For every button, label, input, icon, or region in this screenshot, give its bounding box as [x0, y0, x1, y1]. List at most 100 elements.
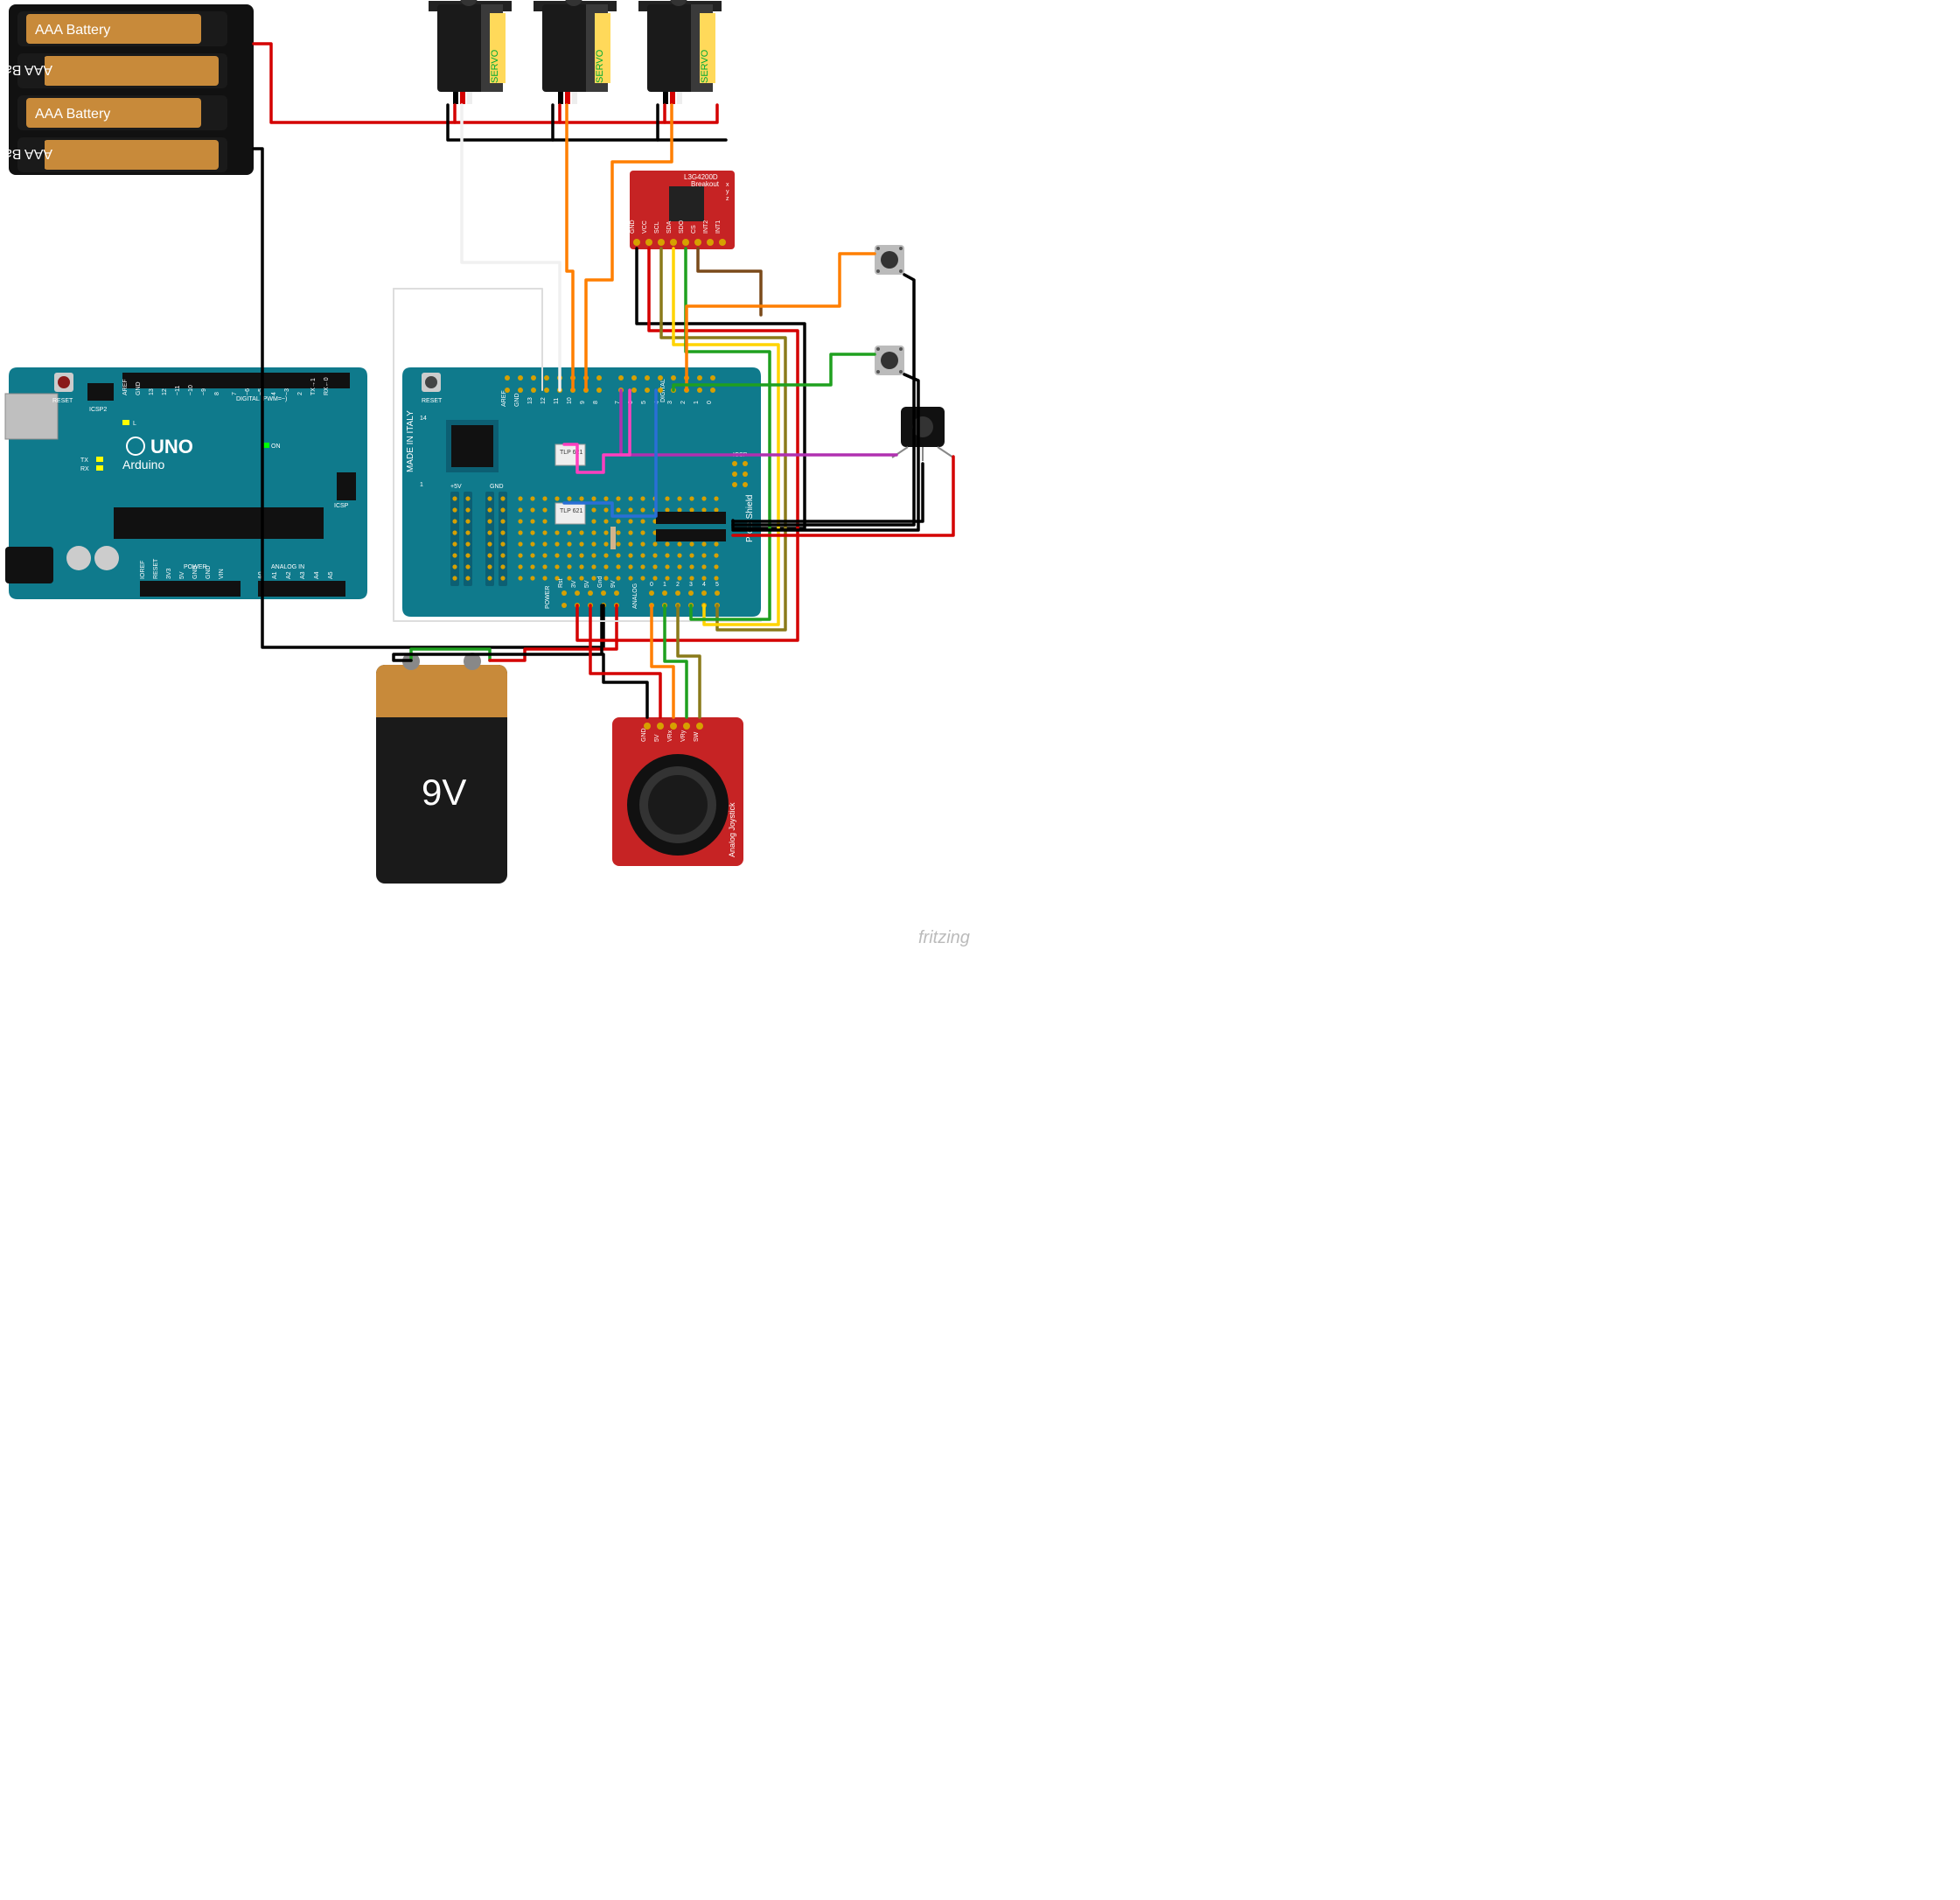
svg-text:GND: GND	[490, 484, 504, 490]
made-in-italy: MADE IN ITALY	[406, 410, 415, 472]
svg-text:GND: GND	[514, 393, 520, 407]
svg-text:4: 4	[271, 392, 277, 395]
svg-text:7: 7	[232, 392, 238, 395]
svg-text:GND: GND	[206, 565, 212, 579]
svg-text:ICSP: ICSP	[334, 503, 349, 509]
battery-cell-label: AAA Battery	[35, 107, 110, 122]
svg-text:ICSP2: ICSP2	[89, 407, 107, 413]
servo-label: SERVO	[700, 49, 710, 83]
optocoupler-1: TLP 621	[555, 444, 585, 465]
servo-1: SERVO	[429, 0, 512, 104]
svg-text:POWER: POWER	[545, 586, 551, 609]
svg-text:L: L	[133, 421, 136, 427]
reset-button[interactable]	[54, 373, 73, 392]
svg-text:5V: 5V	[654, 734, 660, 742]
arduino-brand: Arduino	[122, 458, 164, 472]
svg-text:12: 12	[541, 397, 547, 404]
svg-text:~3: ~3	[284, 388, 290, 395]
svg-text:8: 8	[214, 392, 220, 395]
svg-text:GND: GND	[136, 381, 142, 395]
svg-text:3V3: 3V3	[166, 568, 172, 579]
svg-text:CS: CS	[691, 225, 697, 234]
svg-text:y: y	[726, 189, 729, 195]
svg-text:VRx: VRx	[667, 730, 673, 742]
svg-text:SCL: SCL	[654, 221, 660, 234]
gyro-l3g4200d-breakout: L3G4200D Breakout x y z GND VCC SCL SDA …	[630, 171, 735, 249]
svg-text:TLP 621: TLP 621	[560, 508, 582, 514]
svg-text:x: x	[726, 182, 729, 188]
joystick-board-label: Analog Joystick	[728, 802, 736, 857]
svg-text:ANALOG IN: ANALOG IN	[271, 564, 304, 570]
svg-text:VIN: VIN	[219, 569, 225, 579]
svg-text:11: 11	[554, 398, 560, 404]
svg-text:VRy: VRy	[680, 730, 687, 742]
svg-text:z: z	[726, 196, 729, 202]
wire-servo1-sig	[462, 105, 560, 390]
svg-text:2: 2	[676, 582, 680, 588]
svg-text:3: 3	[689, 582, 693, 588]
battery-9v: 9V	[376, 653, 507, 884]
svg-text:TLP 621: TLP 621	[560, 450, 582, 456]
svg-text:INT1: INT1	[715, 220, 722, 234]
pushbutton-1[interactable]	[875, 245, 904, 275]
svg-text:AREF: AREF	[501, 390, 507, 407]
svg-text:Gnd: Gnd	[597, 576, 603, 588]
battery-9v-label: 9V	[422, 772, 466, 813]
svg-text:12: 12	[162, 388, 168, 395]
svg-text:GND: GND	[630, 220, 636, 234]
battery-cell-label: AAA Battery	[0, 62, 52, 77]
svg-text:RESET: RESET	[52, 398, 73, 404]
svg-text:GND: GND	[192, 565, 199, 579]
wire-joy-gnd	[603, 654, 647, 717]
svg-text:A3: A3	[300, 571, 306, 579]
svg-text:∞: ∞	[129, 439, 138, 453]
svg-text:A5: A5	[328, 571, 334, 579]
svg-text:INT2: INT2	[703, 220, 709, 234]
shield-reset-button[interactable]	[422, 373, 441, 392]
svg-text:5V: 5V	[179, 571, 185, 579]
svg-text:9V: 9V	[610, 580, 617, 588]
wire-joy-vry	[665, 605, 687, 717]
svg-text:GND: GND	[641, 728, 647, 742]
fritzing-canvas: AAA Battery AAA Battery AAA Battery AAA …	[0, 0, 980, 950]
svg-text:SDO: SDO	[679, 220, 685, 234]
proto-shield: MADE IN ITALY Proto Shield RESET 14 1 DI…	[402, 367, 761, 617]
svg-text:3: 3	[667, 401, 673, 404]
svg-text:TX→1: TX→1	[310, 378, 317, 395]
svg-text:4: 4	[702, 582, 706, 588]
servo-label: SERVO	[490, 49, 500, 83]
svg-text:10: 10	[567, 397, 573, 404]
battery-cell-label: AAA Battery	[0, 146, 52, 161]
gyro-silk-bottom: Breakout	[691, 180, 720, 188]
svg-text:Rst: Rst	[558, 578, 564, 588]
svg-text:RESET: RESET	[153, 558, 159, 579]
svg-text:13: 13	[149, 388, 155, 395]
servo-2: SERVO	[534, 0, 617, 104]
svg-text:2: 2	[680, 401, 687, 404]
svg-text:1: 1	[663, 582, 666, 588]
svg-text:3V: 3V	[571, 580, 577, 588]
analog-joystick[interactable]: GND 5V VRx VRy SW Analog Joystick	[612, 717, 743, 866]
svg-text:A2: A2	[286, 571, 292, 579]
arduino-uno-title: UNO	[150, 436, 193, 458]
svg-text:~11: ~11	[175, 386, 181, 395]
battery-cell-label: AAA Battery	[35, 23, 110, 38]
svg-text:RESET: RESET	[422, 398, 443, 404]
servo-3: SERVO	[638, 0, 722, 104]
svg-text:ANALOG: ANALOG	[632, 583, 638, 609]
svg-text:5: 5	[715, 582, 719, 588]
svg-text:RX: RX	[80, 466, 89, 472]
svg-text:A4: A4	[314, 571, 320, 579]
pushbutton-2[interactable]	[875, 346, 904, 375]
svg-text:SDA: SDA	[666, 220, 673, 234]
svg-text:SW: SW	[694, 731, 700, 742]
svg-text:5V: 5V	[584, 580, 590, 588]
svg-text:0: 0	[707, 401, 713, 404]
svg-text:9: 9	[580, 401, 586, 404]
svg-text:VCC: VCC	[642, 220, 648, 234]
svg-text:13: 13	[527, 397, 534, 404]
optocoupler-2: TLP 621	[555, 503, 585, 524]
svg-text:AREF: AREF	[122, 379, 129, 395]
svg-text:~9: ~9	[201, 388, 207, 395]
svg-text:1: 1	[420, 482, 423, 488]
